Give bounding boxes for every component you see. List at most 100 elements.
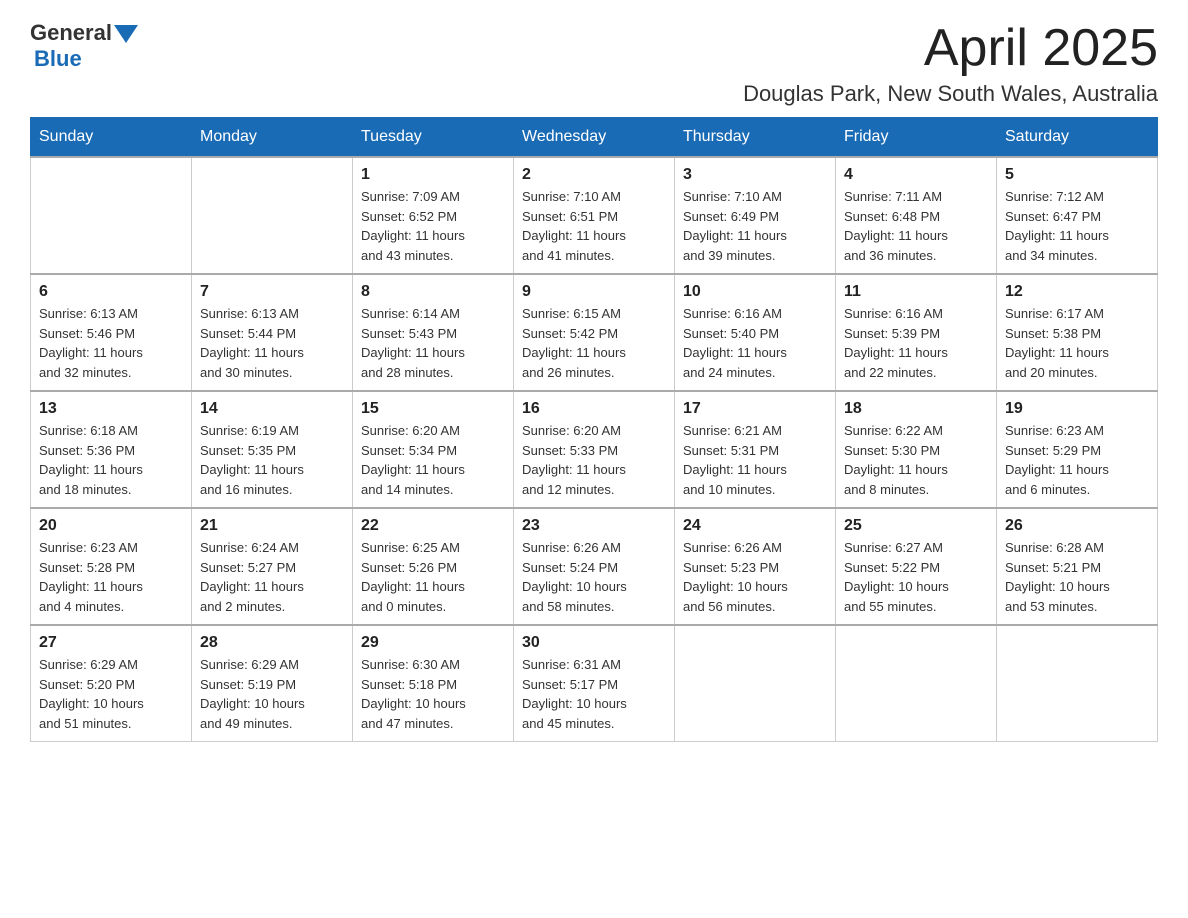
calendar-table: SundayMondayTuesdayWednesdayThursdayFrid… [30, 117, 1158, 742]
day-info: Sunrise: 6:15 AMSunset: 5:42 PMDaylight:… [522, 306, 626, 380]
calendar-day-header-thursday: Thursday [675, 118, 836, 158]
calendar-empty-cell [997, 625, 1158, 742]
calendar-day-cell-14: 14Sunrise: 6:19 AMSunset: 5:35 PMDayligh… [192, 391, 353, 508]
calendar-day-cell-17: 17 Sunrise: 6:21 AMSunset: 5:31 PMDayligh… [675, 391, 836, 508]
day-number: 9 [522, 283, 666, 301]
calendar-day-cell-1: 1Sunrise: 7:09 AMSunset: 6:52 PMDaylight… [353, 157, 514, 274]
calendar-header-row: SundayMondayTuesdayWednesdayThursdayFrid… [31, 118, 1158, 158]
day-info: Sunrise: 6:26 AMSunset: 5:24 PMDaylight:… [522, 540, 627, 614]
day-info: Sunrise: 7:12 AMSunset: 6:47 PMDaylight:… [1005, 189, 1109, 263]
calendar-empty-cell [192, 157, 353, 274]
calendar-day-cell-2: 2 Sunrise: 7:10 AMSunset: 6:51 PMDaylight… [514, 157, 675, 274]
day-info: Sunrise: 6:24 AMSunset: 5:27 PMDaylight:… [200, 540, 304, 614]
day-info: Sunrise: 6:26 AMSunset: 5:23 PMDaylight:… [683, 540, 788, 614]
day-info: Sunrise: 6:28 AMSunset: 5:21 PMDaylight:… [1005, 540, 1110, 614]
logo-blue-text: Blue [34, 46, 82, 72]
day-info: Sunrise: 6:31 AMSunset: 5:17 PMDaylight:… [522, 657, 627, 731]
day-info: Sunrise: 6:16 AMSunset: 5:40 PMDaylight:… [683, 306, 787, 380]
day-info: Sunrise: 6:29 AMSunset: 5:20 PMDaylight:… [39, 657, 144, 731]
day-number: 27 [39, 634, 183, 652]
calendar-day-cell-20: 20 Sunrise: 6:23 AMSunset: 5:28 PMDayligh… [31, 508, 192, 625]
day-info: Sunrise: 6:25 AMSunset: 5:26 PMDaylight:… [361, 540, 465, 614]
day-number: 16 [522, 400, 666, 418]
calendar-day-cell-21: 21 Sunrise: 6:24 AMSunset: 5:27 PMDayligh… [192, 508, 353, 625]
day-number: 11 [844, 283, 988, 301]
calendar-day-cell-15: 15Sunrise: 6:20 AMSunset: 5:34 PMDayligh… [353, 391, 514, 508]
calendar-day-cell-13: 13 Sunrise: 6:18 AMSunset: 5:36 PMDayligh… [31, 391, 192, 508]
calendar-day-cell-7: 7 Sunrise: 6:13 AMSunset: 5:44 PMDaylight… [192, 274, 353, 391]
calendar-week-row: 20 Sunrise: 6:23 AMSunset: 5:28 PMDayligh… [31, 508, 1158, 625]
day-info: Sunrise: 6:21 AMSunset: 5:31 PMDaylight:… [683, 423, 787, 497]
day-number: 7 [200, 283, 344, 301]
calendar-day-cell-25: 25Sunrise: 6:27 AMSunset: 5:22 PMDayligh… [836, 508, 997, 625]
calendar-day-cell-24: 24Sunrise: 6:26 AMSunset: 5:23 PMDayligh… [675, 508, 836, 625]
day-number: 23 [522, 517, 666, 535]
day-info: Sunrise: 6:23 AMSunset: 5:28 PMDaylight:… [39, 540, 143, 614]
calendar-day-cell-19: 19Sunrise: 6:23 AMSunset: 5:29 PMDayligh… [997, 391, 1158, 508]
calendar-day-cell-27: 27 Sunrise: 6:29 AMSunset: 5:20 PMDayligh… [31, 625, 192, 742]
calendar-empty-cell [836, 625, 997, 742]
day-info: Sunrise: 6:13 AMSunset: 5:46 PMDaylight:… [39, 306, 143, 380]
day-info: Sunrise: 6:30 AMSunset: 5:18 PMDaylight:… [361, 657, 466, 731]
day-info: Sunrise: 7:11 AMSunset: 6:48 PMDaylight:… [844, 189, 948, 263]
day-info: Sunrise: 6:17 AMSunset: 5:38 PMDaylight:… [1005, 306, 1109, 380]
calendar-day-cell-23: 23 Sunrise: 6:26 AMSunset: 5:24 PMDayligh… [514, 508, 675, 625]
day-number: 14 [200, 400, 344, 418]
day-number: 5 [1005, 166, 1149, 184]
calendar-week-row: 13 Sunrise: 6:18 AMSunset: 5:36 PMDayligh… [31, 391, 1158, 508]
calendar-day-cell-22: 22 Sunrise: 6:25 AMSunset: 5:26 PMDayligh… [353, 508, 514, 625]
calendar-day-cell-10: 10Sunrise: 6:16 AMSunset: 5:40 PMDayligh… [675, 274, 836, 391]
location-title: Douglas Park, New South Wales, Australia [743, 81, 1158, 107]
day-number: 4 [844, 166, 988, 184]
calendar-day-cell-26: 26 Sunrise: 6:28 AMSunset: 5:21 PMDayligh… [997, 508, 1158, 625]
day-number: 26 [1005, 517, 1149, 535]
day-number: 13 [39, 400, 183, 418]
day-info: Sunrise: 6:13 AMSunset: 5:44 PMDaylight:… [200, 306, 304, 380]
day-number: 3 [683, 166, 827, 184]
day-info: Sunrise: 6:20 AMSunset: 5:33 PMDaylight:… [522, 423, 626, 497]
day-info: Sunrise: 7:10 AMSunset: 6:51 PMDaylight:… [522, 189, 626, 263]
day-info: Sunrise: 7:09 AMSunset: 6:52 PMDaylight:… [361, 189, 465, 263]
day-number: 8 [361, 283, 505, 301]
calendar-day-cell-6: 6 Sunrise: 6:13 AMSunset: 5:46 PMDaylight… [31, 274, 192, 391]
calendar-day-cell-4: 4 Sunrise: 7:11 AMSunset: 6:48 PMDaylight… [836, 157, 997, 274]
calendar-day-cell-12: 12 Sunrise: 6:17 AMSunset: 5:38 PMDayligh… [997, 274, 1158, 391]
calendar-day-cell-8: 8 Sunrise: 6:14 AMSunset: 5:43 PMDaylight… [353, 274, 514, 391]
day-info: Sunrise: 7:10 AMSunset: 6:49 PMDaylight:… [683, 189, 787, 263]
day-number: 2 [522, 166, 666, 184]
logo-general-text: General [30, 20, 112, 46]
day-number: 6 [39, 283, 183, 301]
day-info: Sunrise: 6:20 AMSunset: 5:34 PMDaylight:… [361, 423, 465, 497]
day-number: 29 [361, 634, 505, 652]
calendar-week-row: 27 Sunrise: 6:29 AMSunset: 5:20 PMDayligh… [31, 625, 1158, 742]
logo: General Blue [30, 20, 138, 72]
day-info: Sunrise: 6:22 AMSunset: 5:30 PMDaylight:… [844, 423, 948, 497]
header: General Blue April 2025 Douglas Park, Ne… [30, 20, 1158, 107]
calendar-day-cell-11: 11Sunrise: 6:16 AMSunset: 5:39 PMDayligh… [836, 274, 997, 391]
calendar-empty-cell [31, 157, 192, 274]
day-number: 17 [683, 400, 827, 418]
day-number: 22 [361, 517, 505, 535]
day-info: Sunrise: 6:18 AMSunset: 5:36 PMDaylight:… [39, 423, 143, 497]
day-number: 19 [1005, 400, 1149, 418]
day-number: 20 [39, 517, 183, 535]
calendar-empty-cell [675, 625, 836, 742]
day-number: 21 [200, 517, 344, 535]
calendar-day-header-saturday: Saturday [997, 118, 1158, 158]
logo-triangle-icon [114, 25, 138, 43]
day-number: 28 [200, 634, 344, 652]
calendar-week-row: 1Sunrise: 7:09 AMSunset: 6:52 PMDaylight… [31, 157, 1158, 274]
day-info: Sunrise: 6:14 AMSunset: 5:43 PMDaylight:… [361, 306, 465, 380]
calendar-day-header-friday: Friday [836, 118, 997, 158]
calendar-day-cell-5: 5 Sunrise: 7:12 AMSunset: 6:47 PMDaylight… [997, 157, 1158, 274]
calendar-day-header-wednesday: Wednesday [514, 118, 675, 158]
month-title: April 2025 [743, 20, 1158, 77]
calendar-day-cell-9: 9 Sunrise: 6:15 AMSunset: 5:42 PMDaylight… [514, 274, 675, 391]
day-number: 30 [522, 634, 666, 652]
calendar-day-cell-29: 29 Sunrise: 6:30 AMSunset: 5:18 PMDayligh… [353, 625, 514, 742]
calendar-day-cell-30: 30 Sunrise: 6:31 AMSunset: 5:17 PMDayligh… [514, 625, 675, 742]
title-area: April 2025 Douglas Park, New South Wales… [743, 20, 1158, 107]
day-number: 12 [1005, 283, 1149, 301]
day-number: 18 [844, 400, 988, 418]
calendar-day-cell-16: 16 Sunrise: 6:20 AMSunset: 5:33 PMDayligh… [514, 391, 675, 508]
